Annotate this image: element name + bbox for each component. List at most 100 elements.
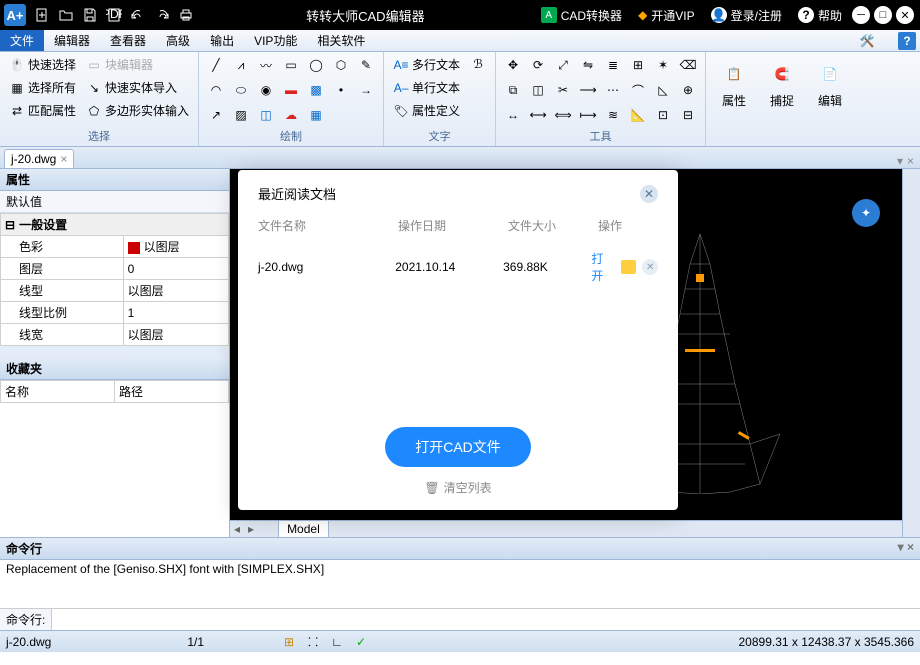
general-settings-header[interactable]: ⊟一般设置 xyxy=(1,214,229,236)
array-icon[interactable]: ⊞ xyxy=(627,54,649,76)
ungroup-icon[interactable]: ⊟ xyxy=(677,104,699,126)
ellipse-icon[interactable]: ⬭ xyxy=(230,79,252,101)
offset-icon[interactable]: ◫ xyxy=(527,79,549,101)
cad-converter-button[interactable]: ACAD转换器 xyxy=(533,3,630,27)
measure-icon[interactable]: 📐 xyxy=(627,104,649,126)
minimize-button[interactable]: ─ xyxy=(852,6,870,24)
revision-icon[interactable]: ☁ xyxy=(280,104,302,126)
group-icon[interactable]: ⊡ xyxy=(652,104,674,126)
view-cube-icon[interactable]: ✦ xyxy=(852,199,880,227)
move-icon[interactable]: ✥ xyxy=(502,54,524,76)
spline-icon[interactable]: 〰 xyxy=(255,54,277,76)
settings-icon[interactable]: 🛠️ xyxy=(858,32,876,50)
block-icon[interactable]: ▩ xyxy=(305,79,327,101)
attrs-button[interactable]: 📋 属性 xyxy=(712,54,756,113)
recent-file-open-link[interactable]: 打开 xyxy=(591,250,614,284)
command-input[interactable] xyxy=(52,609,920,630)
extend-icon[interactable]: ⟶ xyxy=(577,79,599,101)
help-button[interactable]: ?帮助 xyxy=(790,3,850,27)
polar-mode-icon[interactable]: ✓ xyxy=(352,633,370,651)
layer-icon[interactable]: ≋ xyxy=(602,104,624,126)
lengthen-icon[interactable]: ⟷ xyxy=(527,104,549,126)
model-tab[interactable]: Model xyxy=(278,520,329,537)
rect-icon[interactable]: ▭ xyxy=(280,54,302,76)
tab-close-icon[interactable]: × xyxy=(60,152,67,166)
clear-list-button[interactable]: 🗑 清空列表 xyxy=(424,479,491,496)
point-icon[interactable]: • xyxy=(330,79,352,101)
fast-entity-import-button[interactable]: ↘快速实体导入 xyxy=(83,77,192,98)
new-icon[interactable] xyxy=(30,3,54,27)
tab-close-all-icon[interactable]: × xyxy=(907,154,914,168)
multiline-text-button[interactable]: A≡多行文本 xyxy=(390,54,463,75)
close-button[interactable]: ✕ xyxy=(896,6,914,24)
open-icon[interactable] xyxy=(54,3,78,27)
quick-select-button[interactable]: 🖱️快速选择 xyxy=(6,54,79,75)
folder-icon[interactable] xyxy=(621,260,637,274)
block-editor-button[interactable]: ▭块编辑器 xyxy=(83,54,192,75)
menu-help-icon[interactable]: ? xyxy=(898,32,916,50)
xline-icon[interactable]: ↗ xyxy=(205,104,227,126)
align-icon[interactable]: ≣ xyxy=(602,54,624,76)
polygon-icon[interactable]: ⬡ xyxy=(330,54,352,76)
tab-dropdown-icon[interactable]: ▾ xyxy=(897,154,903,168)
select-all-button[interactable]: ▦选择所有 xyxy=(6,77,79,98)
edit-button[interactable]: 📄 编辑 xyxy=(808,54,852,113)
menu-related[interactable]: 相关软件 xyxy=(307,30,375,51)
ray-icon[interactable]: → xyxy=(355,79,377,101)
polyline-icon[interactable]: ⩘ xyxy=(230,54,252,76)
measure2-icon[interactable]: ⟼ xyxy=(577,104,599,126)
ring-icon[interactable]: ◉ xyxy=(255,79,277,101)
menu-editor[interactable]: 编辑器 xyxy=(44,30,100,51)
pdf-icon[interactable]: PDF xyxy=(102,3,126,27)
match-attrs-button[interactable]: ⇄匹配属性 xyxy=(6,100,79,121)
line-icon[interactable]: ╱ xyxy=(205,54,227,76)
chamfer-icon[interactable]: ◺ xyxy=(652,79,674,101)
login-button[interactable]: 👤登录/注册 xyxy=(703,3,790,27)
copy-icon[interactable]: ⧉ xyxy=(502,79,524,101)
undo-icon[interactable] xyxy=(126,3,150,27)
save-icon[interactable] xyxy=(78,3,102,27)
singleline-text-button[interactable]: A–单行文本 xyxy=(390,77,463,98)
open-vip-button[interactable]: ◆开通VIP xyxy=(630,3,703,27)
mirror-icon[interactable]: ⇋ xyxy=(577,54,599,76)
gradient-icon[interactable]: ◫ xyxy=(255,104,277,126)
menu-file[interactable]: 文件 xyxy=(0,30,44,51)
redo-icon[interactable] xyxy=(150,3,174,27)
trim-icon[interactable]: ✂ xyxy=(552,79,574,101)
dialog-close-icon[interactable]: ✕ xyxy=(640,185,658,203)
dim-icon[interactable]: ⟺ xyxy=(552,104,574,126)
recent-file-delete-icon[interactable]: ✕ xyxy=(642,259,658,275)
polygon-entity-input-button[interactable]: ⬠多边形实体输入 xyxy=(83,100,192,121)
circle-icon[interactable]: ◯ xyxy=(305,54,327,76)
scroll-left-icon[interactable]: ◂ xyxy=(230,522,244,536)
open-cad-file-button[interactable]: 打开CAD文件 xyxy=(385,427,531,467)
table-icon[interactable]: ▦ xyxy=(305,104,327,126)
command-panel-dropdown-icon[interactable]: ▾ × xyxy=(898,540,914,557)
maximize-button[interactable]: □ xyxy=(874,6,892,24)
menu-advanced[interactable]: 高级 xyxy=(156,30,200,51)
scale-icon[interactable]: ⤢ xyxy=(552,54,574,76)
menu-output[interactable]: 输出 xyxy=(200,30,244,51)
menu-viewer[interactable]: 查看器 xyxy=(100,30,156,51)
print-icon[interactable] xyxy=(174,3,198,27)
scroll-right-icon[interactable]: ▸ xyxy=(244,522,258,536)
menu-vip[interactable]: VIP功能 xyxy=(244,30,307,51)
arc-icon[interactable]: ◠ xyxy=(205,79,227,101)
sketch-icon[interactable]: ✎ xyxy=(355,54,377,76)
rotate-icon[interactable]: ⟳ xyxy=(527,54,549,76)
stretch-icon[interactable]: ↔ xyxy=(502,104,524,126)
snap-button[interactable]: 🧲 捕捉 xyxy=(760,54,804,113)
fillet-icon[interactable]: ⌒ xyxy=(627,79,649,101)
canvas-horizontal-scrollbar[interactable]: ◂ ▸ Model xyxy=(230,520,903,537)
hatch-icon[interactable]: ▨ xyxy=(230,104,252,126)
break-icon[interactable]: ⋯ xyxy=(602,79,624,101)
text-style-icon[interactable]: ℬ xyxy=(467,54,489,74)
explode-icon[interactable]: ✶ xyxy=(652,54,674,76)
document-tab[interactable]: j-20.dwg × xyxy=(4,149,74,168)
fill-rect-icon[interactable]: ▬ xyxy=(280,79,302,101)
attr-def-button[interactable]: 🏷属性定义 xyxy=(390,100,463,121)
chevron-down-icon[interactable]: ⵩ xyxy=(878,32,896,50)
snap-mode-icon[interactable]: ⊞ xyxy=(280,633,298,651)
grid-mode-icon[interactable]: ⸬ xyxy=(304,633,322,651)
join-icon[interactable]: ⊕ xyxy=(677,79,699,101)
